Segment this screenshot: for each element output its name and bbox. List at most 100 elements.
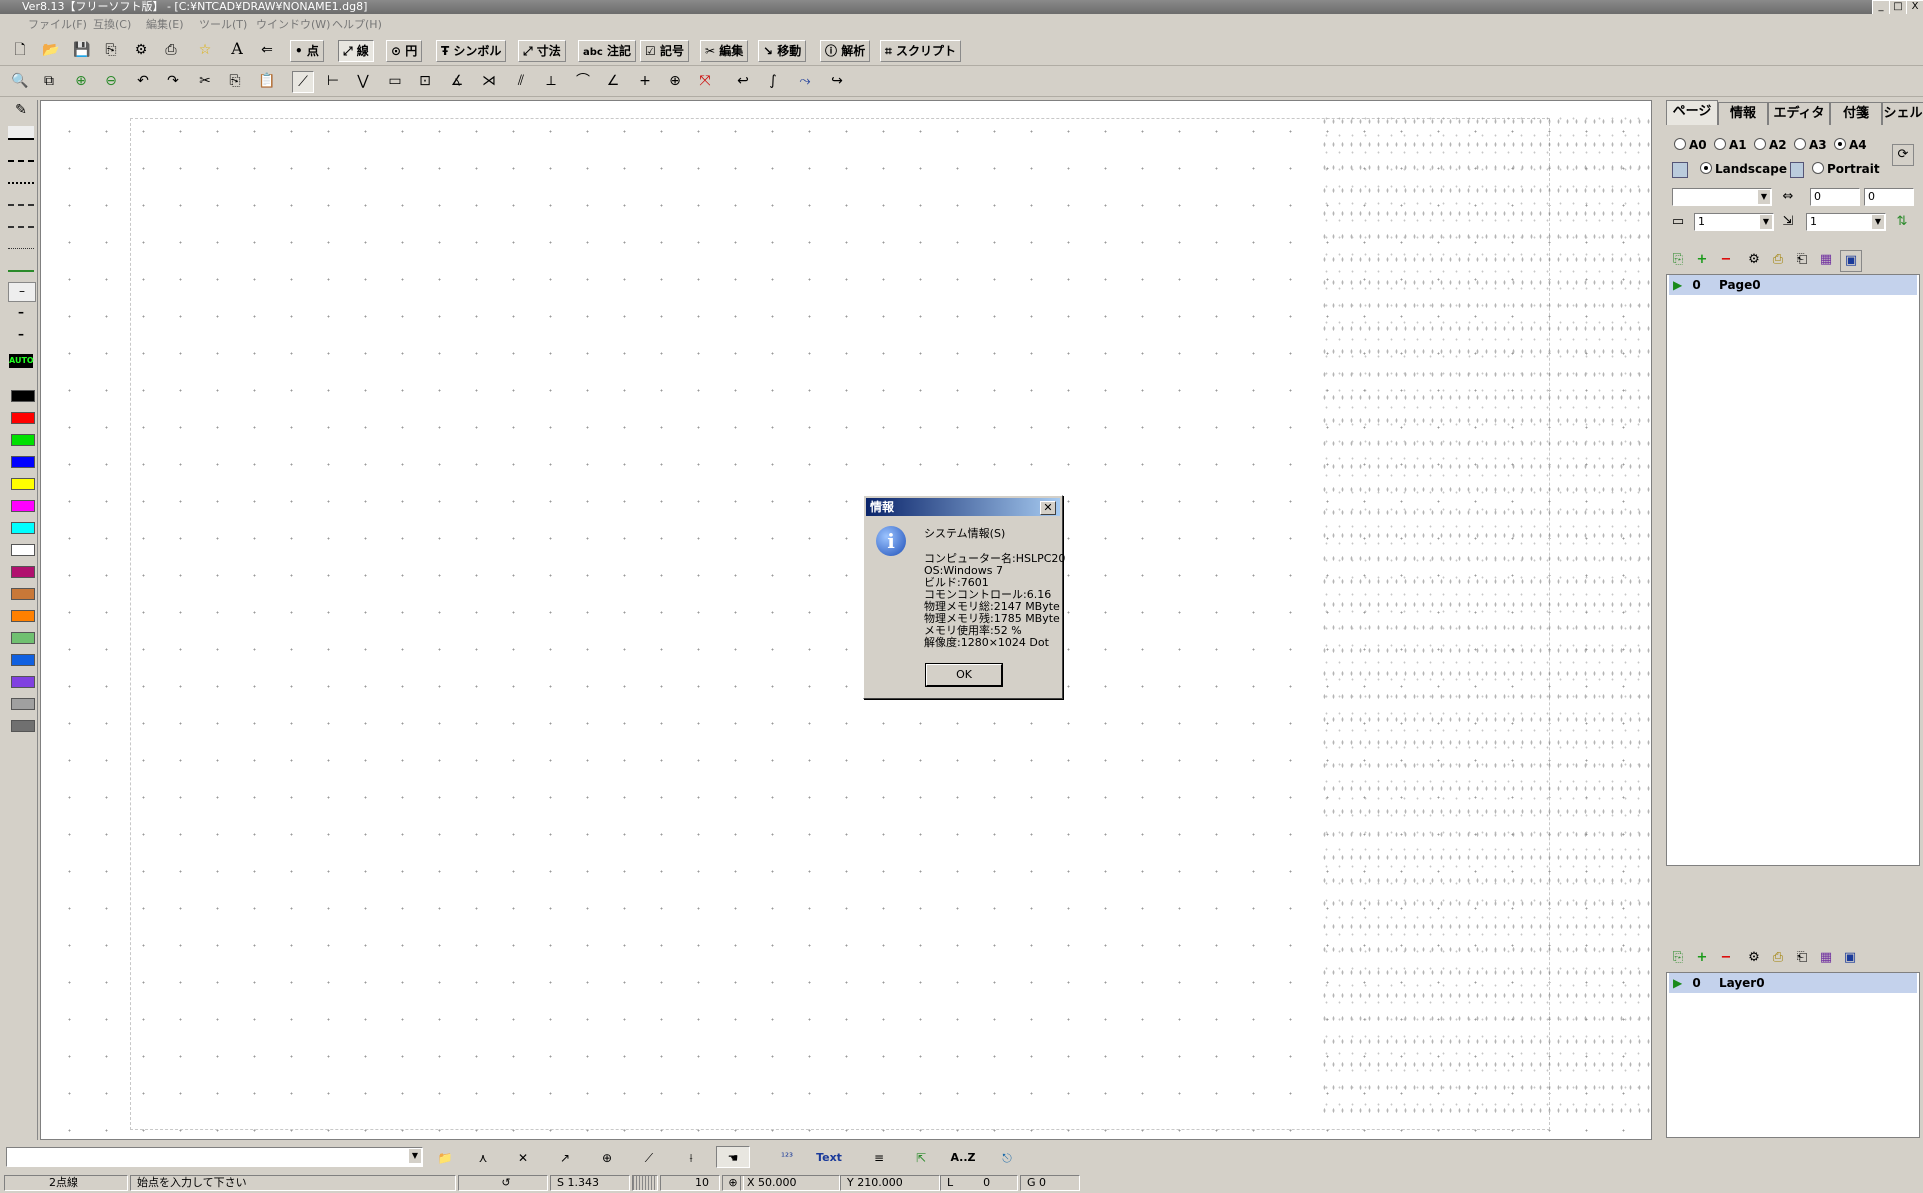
paste-button[interactable]: 📋: [255, 71, 277, 93]
rectangle-button[interactable]: ▭: [384, 71, 406, 93]
center-line-button[interactable]: ⊕: [664, 71, 686, 93]
menu-help[interactable]: ヘルプ(H): [332, 16, 382, 32]
snap-free-button[interactable]: ☚: [716, 1146, 750, 1168]
spline-button[interactable]: ∫: [762, 71, 784, 93]
tangent-button[interactable]: ⌒: [572, 71, 594, 93]
page-copy-button[interactable]: ⎗: [1792, 250, 1812, 270]
color-swatch[interactable]: [11, 632, 35, 644]
layer-print-button[interactable]: ⎙: [1768, 948, 1788, 968]
page-new-button[interactable]: ⎘: [1668, 250, 1688, 270]
minimize-button[interactable]: _: [1872, 0, 1890, 15]
layer-remove-button[interactable]: −: [1716, 948, 1736, 968]
snap-endpoint-button[interactable]: ⋏: [466, 1146, 500, 1168]
scale-apply-button[interactable]: ⇅: [1892, 212, 1912, 232]
color-swatch[interactable]: [11, 522, 35, 534]
portrait-radio[interactable]: Portrait: [1812, 162, 1880, 176]
angle-button[interactable]: ∠: [602, 71, 624, 93]
redo-button[interactable]: ↷: [162, 71, 184, 93]
tab-editor[interactable]: エディタ: [1768, 102, 1830, 125]
line-width-thin[interactable]: –: [8, 282, 36, 302]
snap-intersection-button[interactable]: ✕: [506, 1146, 540, 1168]
layer-grid-button[interactable]: ▦: [1816, 948, 1836, 968]
bisector-button[interactable]: ⋊: [478, 71, 500, 93]
layer-new-button[interactable]: ⎘: [1668, 948, 1688, 968]
panel-splitter[interactable]: [1652, 100, 1662, 1140]
zoom-out-button[interactable]: ⊖: [100, 71, 122, 93]
line-style-dash-dot-dot[interactable]: [8, 214, 34, 228]
tab-page[interactable]: ページ: [1666, 100, 1718, 125]
perpendicular-button[interactable]: ⟂: [540, 71, 562, 93]
line-style-dashed[interactable]: [8, 148, 34, 162]
snap-center-button[interactable]: ⊕: [590, 1146, 624, 1168]
mode-analyze-button[interactable]: ⓘ 解析: [820, 40, 871, 62]
snap-perpendicular-button[interactable]: ⟊: [674, 1146, 708, 1168]
layer-view-button[interactable]: ▣: [1840, 948, 1860, 968]
dialog-close-button[interactable]: ✕: [1040, 501, 1056, 515]
tab-sticky[interactable]: 付箋: [1830, 102, 1882, 125]
copy-button[interactable]: ⎘: [224, 71, 246, 93]
color-swatch[interactable]: [11, 412, 35, 424]
bezier-button[interactable]: ⤳: [794, 71, 816, 93]
pen-button[interactable]: ✎: [8, 102, 34, 120]
mode-edit-button[interactable]: ✂ 編集: [700, 40, 749, 62]
menu-tools[interactable]: ツール(T): [199, 16, 247, 32]
page-remove-button[interactable]: −: [1716, 250, 1736, 270]
close-button[interactable]: X: [1906, 0, 1923, 15]
paper-a0-radio[interactable]: A0: [1674, 138, 1707, 152]
arc-curve-button[interactable]: ↪: [826, 71, 848, 93]
save-button[interactable]: 💾: [70, 40, 92, 62]
line-horizontal-button[interactable]: ⊢: [322, 71, 344, 93]
polyline-button[interactable]: ⋁: [352, 71, 374, 93]
menu-edit[interactable]: 編集(E): [146, 16, 184, 32]
color-swatch[interactable]: [11, 566, 35, 578]
layer-toggle-button[interactable]: ≡: [862, 1146, 896, 1168]
bottom-open-button[interactable]: 📁: [428, 1146, 462, 1168]
scale-select-2[interactable]: 1 ▼: [1806, 213, 1886, 231]
page-props-button[interactable]: ⚙: [1744, 250, 1764, 270]
mode-script-button[interactable]: ⌗ スクリプト: [880, 40, 961, 62]
text-tool-button[interactable]: A: [226, 40, 248, 62]
paper-a4-radio[interactable]: A4: [1834, 138, 1867, 152]
snap-on-line-button[interactable]: ⟋: [632, 1146, 666, 1168]
paper-a3-radio[interactable]: A3: [1794, 138, 1827, 152]
paper-a1-radio[interactable]: A1: [1714, 138, 1747, 152]
page-view-button[interactable]: ▣: [1840, 250, 1862, 272]
offset-y-input[interactable]: 0: [1864, 188, 1914, 206]
command-input[interactable]: ▼: [6, 1147, 423, 1167]
rotate-icon[interactable]: ↺: [458, 1175, 548, 1191]
color-swatch[interactable]: [11, 390, 35, 402]
menu-file[interactable]: ファイル(F): [28, 16, 87, 32]
mode-symbol-button[interactable]: Ŧ シンボル: [436, 40, 507, 62]
undo-button[interactable]: ↶: [132, 71, 154, 93]
color-swatch[interactable]: [11, 654, 35, 666]
tab-info[interactable]: 情報: [1718, 102, 1768, 125]
line-style-dash-dot[interactable]: [8, 192, 34, 206]
color-swatch[interactable]: [11, 610, 35, 622]
color-swatch[interactable]: [11, 434, 35, 446]
color-swatch[interactable]: [11, 588, 35, 600]
refresh-paper-button[interactable]: ⟳: [1892, 144, 1914, 166]
zoom-window-button[interactable]: ⧉: [38, 71, 60, 93]
mode-move-button[interactable]: ↘ 移動: [758, 40, 807, 62]
layer-props-button[interactable]: ⚙: [1744, 948, 1764, 968]
line-style-fine-dot[interactable]: [8, 236, 34, 249]
mode-mark-button[interactable]: ☑ 記号: [640, 40, 689, 62]
offset-x-input[interactable]: 0: [1810, 188, 1860, 206]
line-width-thick[interactable]: –: [8, 326, 34, 344]
export-button[interactable]: ⎋: [990, 1146, 1024, 1168]
cross-line-button[interactable]: +: [634, 71, 656, 93]
color-swatch[interactable]: [11, 698, 35, 710]
number-input-button[interactable]: ¹²³: [770, 1146, 804, 1168]
new-file-button[interactable]: 🗋: [9, 40, 31, 62]
curve-button[interactable]: ↩: [732, 71, 754, 93]
print-button[interactable]: ⎙: [160, 40, 182, 62]
color-swatch[interactable]: [11, 500, 35, 512]
paper-size-select[interactable]: ▼: [1672, 188, 1772, 206]
ok-button[interactable]: OK: [925, 663, 1003, 687]
page-row[interactable]: ▶ 0 Page0: [1669, 275, 1917, 295]
page-add-button[interactable]: +: [1692, 250, 1712, 270]
open-file-button[interactable]: 📂: [39, 40, 61, 62]
tab-shell[interactable]: シェル: [1882, 102, 1923, 125]
color-swatch[interactable]: [11, 676, 35, 688]
auto-color-button[interactable]: AUTO: [9, 354, 34, 368]
